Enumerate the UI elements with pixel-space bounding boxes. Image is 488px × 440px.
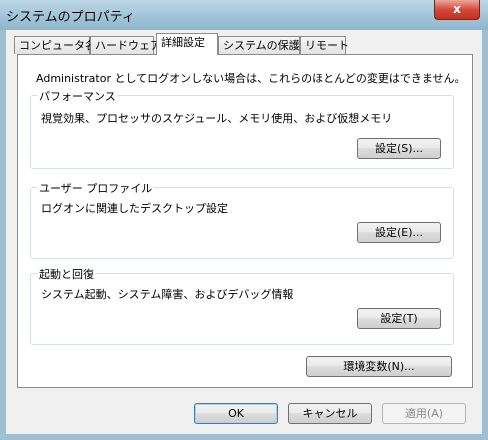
tab-panel: Administrator としてログオンしない場合は、これらのほとんどの変更は… xyxy=(17,54,473,388)
user-profile-title: ユーザー プロファイル xyxy=(37,180,155,196)
performance-settings-button[interactable]: 設定(S)... xyxy=(357,138,441,159)
tab-remote[interactable]: リモート xyxy=(300,36,349,54)
performance-desc: 視覚効果、プロセッサのスケジュール、メモリ使用、および仮想メモリ xyxy=(41,112,393,125)
ok-button[interactable]: OK xyxy=(194,403,278,424)
apply-button[interactable]: 適用(A) xyxy=(382,403,466,424)
close-button[interactable]: x xyxy=(434,0,480,20)
startup-recovery-settings-button[interactable]: 設定(T) xyxy=(357,308,441,329)
title-bar[interactable]: システムのプロパティ x xyxy=(0,0,488,30)
close-icon: x xyxy=(453,2,461,16)
cancel-button[interactable]: キャンセル xyxy=(288,403,372,424)
performance-title: パフォーマンス xyxy=(37,88,118,104)
startup-recovery-group: 起動と回復 システム起動、システム障害、およびデバッグ情報 設定(T) xyxy=(30,266,454,345)
user-profile-group: ユーザー プロファイル ログオンに関連したデスクトップ設定 設定(E)... xyxy=(30,180,454,259)
window-title: システムのプロパティ xyxy=(6,10,135,25)
startup-recovery-title: 起動と回復 xyxy=(37,266,96,282)
user-profile-desc: ログオンに関連したデスクトップ設定 xyxy=(41,202,228,215)
tab-system-protection[interactable]: システムの保護 xyxy=(218,36,300,54)
startup-recovery-desc: システム起動、システム障害、およびデバッグ情報 xyxy=(41,288,294,301)
tab-hardware[interactable]: ハードウェア xyxy=(90,36,161,54)
tab-advanced[interactable]: 詳細設定 xyxy=(156,33,218,55)
environment-variables-button[interactable]: 環境変数(N)... xyxy=(306,356,452,377)
tab-computer-name[interactable]: コンピュータ名 xyxy=(14,36,96,54)
user-profile-settings-button[interactable]: 設定(E)... xyxy=(357,222,441,243)
performance-group: パフォーマンス 視覚効果、プロセッサのスケジュール、メモリ使用、および仮想メモリ… xyxy=(30,88,454,169)
admin-notice: Administrator としてログオンしない場合は、これらのほとんどの変更は… xyxy=(36,72,466,85)
